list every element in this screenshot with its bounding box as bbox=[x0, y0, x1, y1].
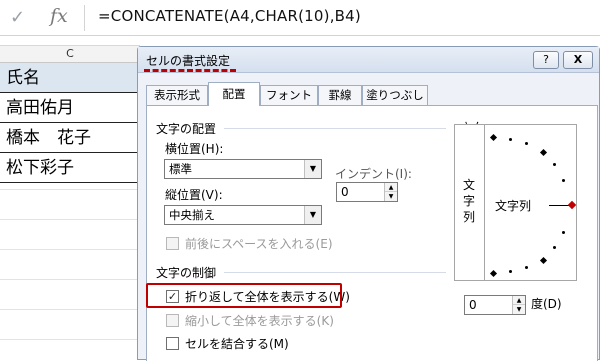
indent-value: 0 bbox=[341, 185, 349, 199]
merge-cells-checkbox-row[interactable]: セルを結合する(M) bbox=[166, 335, 366, 353]
orientation-dot[interactable] bbox=[525, 266, 528, 269]
orientation-marker-90[interactable] bbox=[489, 133, 498, 142]
formula-bar-separator bbox=[84, 5, 85, 31]
spin-down-icon[interactable]: ▼ bbox=[385, 192, 397, 201]
merge-cells-label: セルを結合する(M) bbox=[185, 337, 289, 351]
tab-fill[interactable]: 塗りつぶし bbox=[362, 85, 428, 105]
empty-grid bbox=[0, 189, 140, 360]
formula-bar: ✓ fx =CONCATENATE(A4,CHAR(10),B4) bbox=[0, 0, 600, 36]
shrink-to-fit-checkbox[interactable] bbox=[166, 314, 179, 327]
cell-c5[interactable]: 橋本 花子 bbox=[0, 123, 140, 153]
dialog-titlebar[interactable]: セルの書式設定 ? X bbox=[138, 47, 599, 73]
vertical-text-sample: 文字列 bbox=[463, 178, 476, 224]
degrees-label: 度(D) bbox=[531, 297, 562, 311]
orientation-handle[interactable] bbox=[567, 200, 577, 210]
distributed-checkbox[interactable] bbox=[166, 237, 179, 250]
tab-alignment[interactable]: 配置 bbox=[208, 82, 260, 106]
chevron-down-icon[interactable]: ▼ bbox=[304, 206, 321, 224]
orientation-needle bbox=[549, 205, 570, 206]
orientation-box[interactable]: 文字列 文字列 bbox=[454, 124, 577, 281]
vertical-label: 縦位置(V): bbox=[165, 188, 223, 202]
degrees-spin-buttons: ▲ ▼ bbox=[512, 296, 525, 314]
shrink-to-fit-checkbox-row[interactable]: 縮小して全体を表示する(K) bbox=[166, 312, 366, 330]
tab-border[interactable]: 罫線 bbox=[318, 85, 362, 105]
degrees-spinner[interactable]: 0 ▲ ▼ bbox=[464, 295, 526, 315]
spin-up-icon[interactable]: ▲ bbox=[385, 183, 397, 192]
chevron-down-icon[interactable]: ▼ bbox=[304, 160, 321, 178]
orientation-dot[interactable] bbox=[553, 246, 556, 249]
title-annotation-underline bbox=[144, 69, 236, 72]
orientation-dot[interactable] bbox=[525, 142, 528, 145]
merge-cells-checkbox[interactable] bbox=[166, 337, 179, 350]
tab-number[interactable]: 表示形式 bbox=[146, 85, 208, 105]
formula-input[interactable]: =CONCATENATE(A4,CHAR(10),B4) bbox=[98, 7, 361, 25]
help-button[interactable]: ? bbox=[533, 51, 559, 69]
orientation-dot[interactable] bbox=[562, 231, 565, 234]
orientation-marker-minus45[interactable] bbox=[539, 256, 548, 265]
spin-down-icon[interactable]: ▼ bbox=[513, 305, 525, 314]
orientation-dot[interactable] bbox=[509, 138, 512, 141]
close-button[interactable]: X bbox=[563, 51, 593, 69]
distributed-label: 前後にスペースを入れる(E) bbox=[185, 237, 333, 251]
horizontal-text-sample: 文字列 bbox=[495, 199, 532, 213]
spin-up-icon[interactable]: ▲ bbox=[513, 296, 525, 305]
horizontal-label: 横位置(H): bbox=[165, 142, 224, 156]
vertical-text-option[interactable]: 文字列 bbox=[455, 125, 485, 280]
orientation-dot[interactable] bbox=[553, 163, 556, 166]
alignment-group-rule bbox=[224, 128, 446, 129]
orientation-dot[interactable] bbox=[509, 270, 512, 273]
indent-spinner[interactable]: 0 ▲ ▼ bbox=[336, 182, 398, 202]
format-cells-dialog: セルの書式設定 ? X 表示形式 配置 フォント 罫線 塗りつぶし 文字の配置 … bbox=[137, 46, 600, 361]
orientation-marker-minus90[interactable] bbox=[489, 269, 498, 278]
text-control-group-rule bbox=[224, 272, 446, 273]
tab-font[interactable]: フォント bbox=[260, 85, 318, 105]
vertical-select-value: 中央揃え bbox=[169, 208, 215, 222]
indent-spin-buttons: ▲ ▼ bbox=[384, 183, 397, 201]
column-header-c[interactable]: C bbox=[0, 45, 140, 63]
cell-c4[interactable]: 高田佑月 bbox=[0, 93, 140, 123]
orientation-dot[interactable] bbox=[562, 179, 565, 182]
text-control-group-label: 文字の制御 bbox=[156, 266, 217, 280]
cell-c6[interactable]: 松下彩子 bbox=[0, 153, 140, 183]
dialog-title: セルの書式設定 bbox=[146, 54, 231, 68]
cell-c3[interactable]: 氏名 bbox=[0, 63, 140, 93]
indent-label: インデント(I): bbox=[335, 167, 412, 181]
horizontal-select-value: 標準 bbox=[169, 162, 192, 176]
insert-function-icon[interactable]: fx bbox=[50, 5, 68, 27]
degrees-value: 0 bbox=[469, 298, 477, 312]
orientation-marker-45[interactable] bbox=[539, 148, 548, 157]
enter-check-icon[interactable]: ✓ bbox=[10, 7, 25, 28]
text-alignment-group-label: 文字の配置 bbox=[156, 122, 217, 136]
vertical-select[interactable]: 中央揃え ▼ bbox=[164, 205, 322, 225]
horizontal-select[interactable]: 標準 ▼ bbox=[164, 159, 322, 179]
distributed-checkbox-row[interactable]: 前後にスペースを入れる(E) bbox=[166, 235, 386, 253]
shrink-to-fit-label: 縮小して全体を表示する(K) bbox=[185, 314, 334, 328]
cell-column: 氏名 高田佑月 橋本 花子 松下彩子 bbox=[0, 63, 140, 183]
wrap-text-highlight-box bbox=[146, 283, 342, 308]
